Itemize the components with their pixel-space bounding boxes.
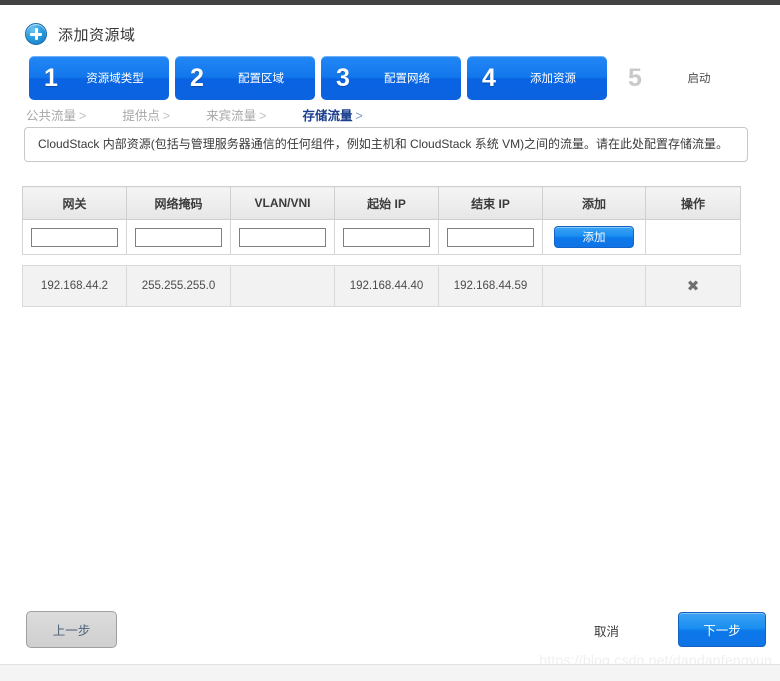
plus-circle-icon: [25, 23, 47, 45]
chevron-right-icon: >: [355, 109, 363, 123]
netmask-input[interactable]: [135, 227, 222, 247]
end-ip-input[interactable]: [447, 227, 534, 247]
column-header-end-ip: 结束 IP: [438, 186, 543, 220]
wizard-step-2-label: 配置区域: [238, 73, 284, 85]
delete-row-icon[interactable]: ✖: [687, 279, 700, 294]
info-banner: CloudStack 内部资源(包括与管理服务器通信的任何组件，例如主机和 Cl…: [24, 127, 748, 162]
chevron-right-icon: >: [79, 109, 87, 123]
wizard-step-3[interactable]: 3 配置网络: [321, 56, 461, 100]
column-header-netmask: 网络掩码: [126, 186, 231, 220]
wizard-step-4-number: 4: [482, 63, 496, 92]
cell-add: [542, 265, 646, 307]
cell-netmask: 255.255.255.0: [126, 265, 231, 307]
cell-actions: ✖: [645, 265, 741, 307]
add-row-button[interactable]: 添加: [554, 226, 634, 248]
column-header-actions: 操作: [645, 186, 741, 220]
wizard-step-5-number: 5: [628, 63, 642, 92]
info-banner-text: CloudStack 内部资源(包括与管理服务器通信的任何组件，例如主机和 Cl…: [38, 137, 729, 152]
cell-gateway-input: [22, 219, 127, 255]
previous-button[interactable]: 上一步: [26, 611, 117, 648]
chevron-right-icon: >: [259, 109, 267, 123]
storage-traffic-entry-table: 网关 网络掩码 VLAN/VNI 起始 IP 结束 IP 添加 操作 添加: [22, 186, 741, 255]
storage-traffic-data-table: 192.168.44.2 255.255.255.0 192.168.44.40…: [22, 265, 741, 307]
gateway-input[interactable]: [31, 227, 118, 247]
breadcrumb-label-guest-traffic: 来宾流量: [206, 109, 257, 123]
wizard-step-5-label: 启动: [687, 73, 711, 85]
column-header-add: 添加: [542, 186, 646, 220]
breadcrumb-label-pod: 提供点: [122, 109, 160, 123]
breadcrumb-item-guest-traffic[interactable]: 来宾流量 >: [206, 105, 266, 124]
traffic-type-breadcrumb: 公共流量 > 提供点 > 来宾流量 > 存储流量 >: [26, 105, 363, 124]
cell-end-ip: 192.168.44.59: [438, 265, 543, 307]
breadcrumb-item-public-traffic[interactable]: 公共流量 >: [26, 105, 86, 124]
column-header-vlan-vni: VLAN/VNI: [230, 186, 335, 220]
footer-background: [0, 665, 780, 681]
page-title: 添加资源域: [58, 26, 136, 44]
wizard-step-2-number: 2: [190, 63, 204, 92]
cell-end-ip-input: [438, 219, 543, 255]
breadcrumb-label-storage-traffic: 存储流量: [302, 109, 353, 123]
top-window-strip: [0, 0, 780, 5]
dialog-title: 添加资源域: [25, 22, 136, 46]
wizard-step-4-label: 添加资源: [530, 73, 576, 85]
table-header-row: 网关 网络掩码 VLAN/VNI 起始 IP 结束 IP 添加 操作: [22, 186, 741, 220]
table-input-row: 添加: [22, 219, 741, 255]
breadcrumb-item-storage-traffic[interactable]: 存储流量 >: [302, 105, 362, 124]
cell-gateway: 192.168.44.2: [22, 265, 127, 307]
cell-actions-empty: [645, 219, 741, 255]
breadcrumb-label-public-traffic: 公共流量: [26, 109, 77, 123]
wizard-step-4[interactable]: 4 添加资源: [467, 56, 607, 100]
column-header-start-ip: 起始 IP: [334, 186, 439, 220]
chevron-right-icon: >: [162, 109, 171, 123]
vlan-vni-input[interactable]: [239, 227, 326, 247]
wizard-step-2[interactable]: 2 配置区域: [175, 56, 315, 100]
breadcrumb-item-pod[interactable]: 提供点 >: [122, 105, 170, 124]
cell-add-button: 添加: [542, 219, 646, 255]
cancel-button[interactable]: 取消: [594, 621, 619, 640]
cell-vlan-vni: [230, 265, 335, 307]
cell-vlan-input: [230, 219, 335, 255]
column-header-gateway: 网关: [22, 186, 127, 220]
wizard-step-1[interactable]: 1 资源域类型: [29, 56, 169, 100]
wizard-step-5: 5 启动: [613, 56, 753, 100]
start-ip-input[interactable]: [343, 227, 430, 247]
cell-netmask-input: [126, 219, 231, 255]
wizard-steps: 1 资源域类型 2 配置区域 3 配置网络 4 添加资源 5 启动: [29, 56, 759, 100]
wizard-step-1-number: 1: [44, 63, 58, 92]
cell-start-ip: 192.168.44.40: [334, 265, 439, 307]
cell-start-ip-input: [334, 219, 439, 255]
wizard-step-1-label: 资源域类型: [86, 73, 144, 85]
wizard-step-3-number: 3: [336, 63, 350, 92]
wizard-step-3-label: 配置网络: [384, 73, 430, 85]
table-row: 192.168.44.2 255.255.255.0 192.168.44.40…: [22, 265, 741, 307]
next-button[interactable]: 下一步: [678, 612, 766, 647]
